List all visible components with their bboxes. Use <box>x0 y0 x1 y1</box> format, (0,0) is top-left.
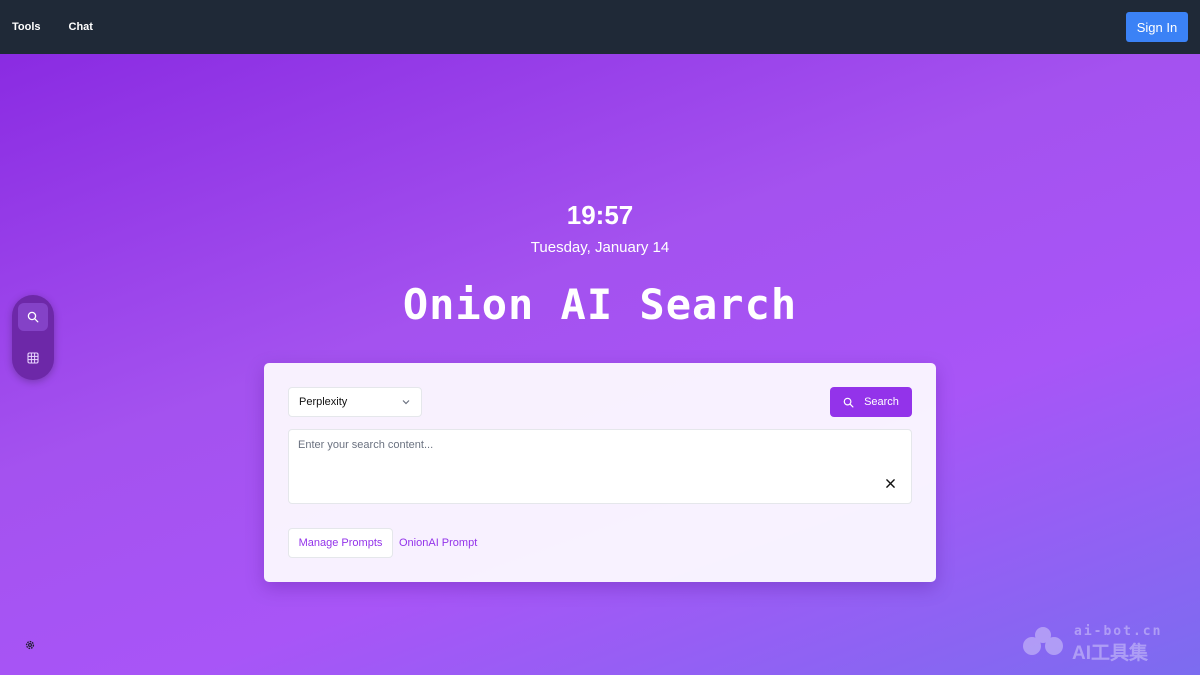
watermark: ai-bot.cn AI工具集 <box>1018 624 1188 664</box>
nav-tools-link[interactable]: Tools <box>12 21 41 33</box>
clock-date: Tuesday, January 14 <box>530 239 670 256</box>
search-button-label: Search <box>864 396 899 408</box>
hero-background: 19:57 Tuesday, January 14 Onion AI Searc… <box>0 54 1200 675</box>
search-card: Perplexity Search Manage Prompts OnionAI… <box>264 363 936 582</box>
manage-prompts-button[interactable]: Manage Prompts <box>288 528 393 558</box>
watermark-name: AI工具集 <box>1072 643 1149 664</box>
watermark-url: ai-bot.cn <box>1074 624 1163 639</box>
gear-icon <box>25 640 35 650</box>
search-input[interactable] <box>289 430 879 460</box>
chevron-down-icon <box>402 400 410 405</box>
engine-select[interactable]: Perplexity <box>288 387 422 417</box>
clear-button[interactable] <box>883 476 897 490</box>
watermark-logo-icon <box>1023 627 1063 655</box>
search-button[interactable]: Search <box>830 387 912 417</box>
grid-icon <box>27 352 39 364</box>
clock-time: 19:57 <box>566 200 634 230</box>
nav-chat-link[interactable]: Chat <box>69 21 93 33</box>
sign-in-button[interactable]: Sign In <box>1126 12 1188 42</box>
side-toolbar <box>12 295 54 380</box>
search-textarea <box>288 429 912 504</box>
search-icon <box>843 397 854 407</box>
side-search-button[interactable] <box>18 303 48 331</box>
settings-button[interactable] <box>24 638 36 650</box>
engine-select-value: Perplexity <box>299 396 348 408</box>
side-grid-button[interactable] <box>18 344 48 372</box>
search-icon <box>27 311 39 323</box>
page-title: Onion AI Search <box>402 280 798 329</box>
onionai-prompt-link[interactable]: OnionAI Prompt <box>399 528 477 558</box>
top-navbar: Tools Chat Sign In <box>0 0 1200 54</box>
close-icon <box>885 478 895 488</box>
